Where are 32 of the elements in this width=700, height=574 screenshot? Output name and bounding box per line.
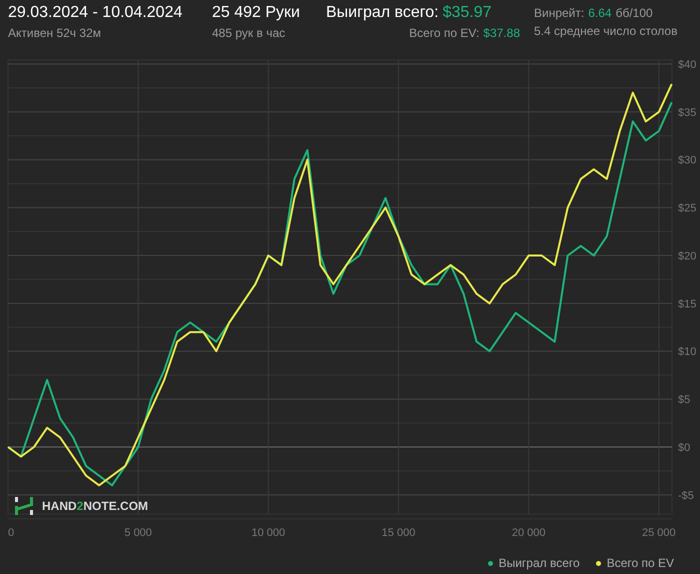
y-axis-label: $40 xyxy=(678,59,696,71)
x-axis-label: 25 000 xyxy=(642,527,676,539)
ev-value: $37.88 xyxy=(483,25,520,41)
y-axis-label: $25 xyxy=(678,202,696,215)
y-axis-label: -$5 xyxy=(678,490,694,502)
average-tables: 5.4 среднее число столов xyxy=(534,23,678,39)
y-axis-label: $35 xyxy=(678,106,696,119)
winrate-label: Винрейт: xyxy=(534,5,584,21)
date-range: 29.03.2024 - 10.04.2024 xyxy=(8,3,182,23)
ev-label: Всего по EV: xyxy=(409,25,480,41)
x-axis-label: 0 xyxy=(8,527,14,539)
winrate-value: 6.64 xyxy=(588,5,612,21)
logo-icon xyxy=(14,496,34,516)
y-axis-label: $20 xyxy=(678,250,696,262)
hands-per-hour: 485 рук в час xyxy=(212,25,286,41)
y-axis-label: $5 xyxy=(678,394,690,406)
y-axis-label: $30 xyxy=(678,154,696,167)
won-value: $35.97 xyxy=(442,3,492,23)
legend-label: Всего по EV xyxy=(606,555,674,572)
y-axis-label: $15 xyxy=(678,298,696,310)
logo-text: HAND2NOTE.COM xyxy=(42,498,148,515)
legend-label: Выиграл всего xyxy=(498,555,580,572)
x-axis-label: 20 000 xyxy=(512,527,546,539)
y-axis-label: $0 xyxy=(678,442,690,454)
y-axis-label: $10 xyxy=(678,346,696,358)
x-axis-label: 10 000 xyxy=(252,527,286,539)
active-time: Активен 52ч 32м xyxy=(8,25,101,41)
winrate-unit: бб/100 xyxy=(616,5,653,21)
hands-count: 25 492 Руки xyxy=(212,3,300,23)
x-axis-label: 15 000 xyxy=(382,527,416,539)
x-axis-label: 5 000 xyxy=(124,527,152,539)
won-label: Выиграл всего: xyxy=(326,3,439,23)
